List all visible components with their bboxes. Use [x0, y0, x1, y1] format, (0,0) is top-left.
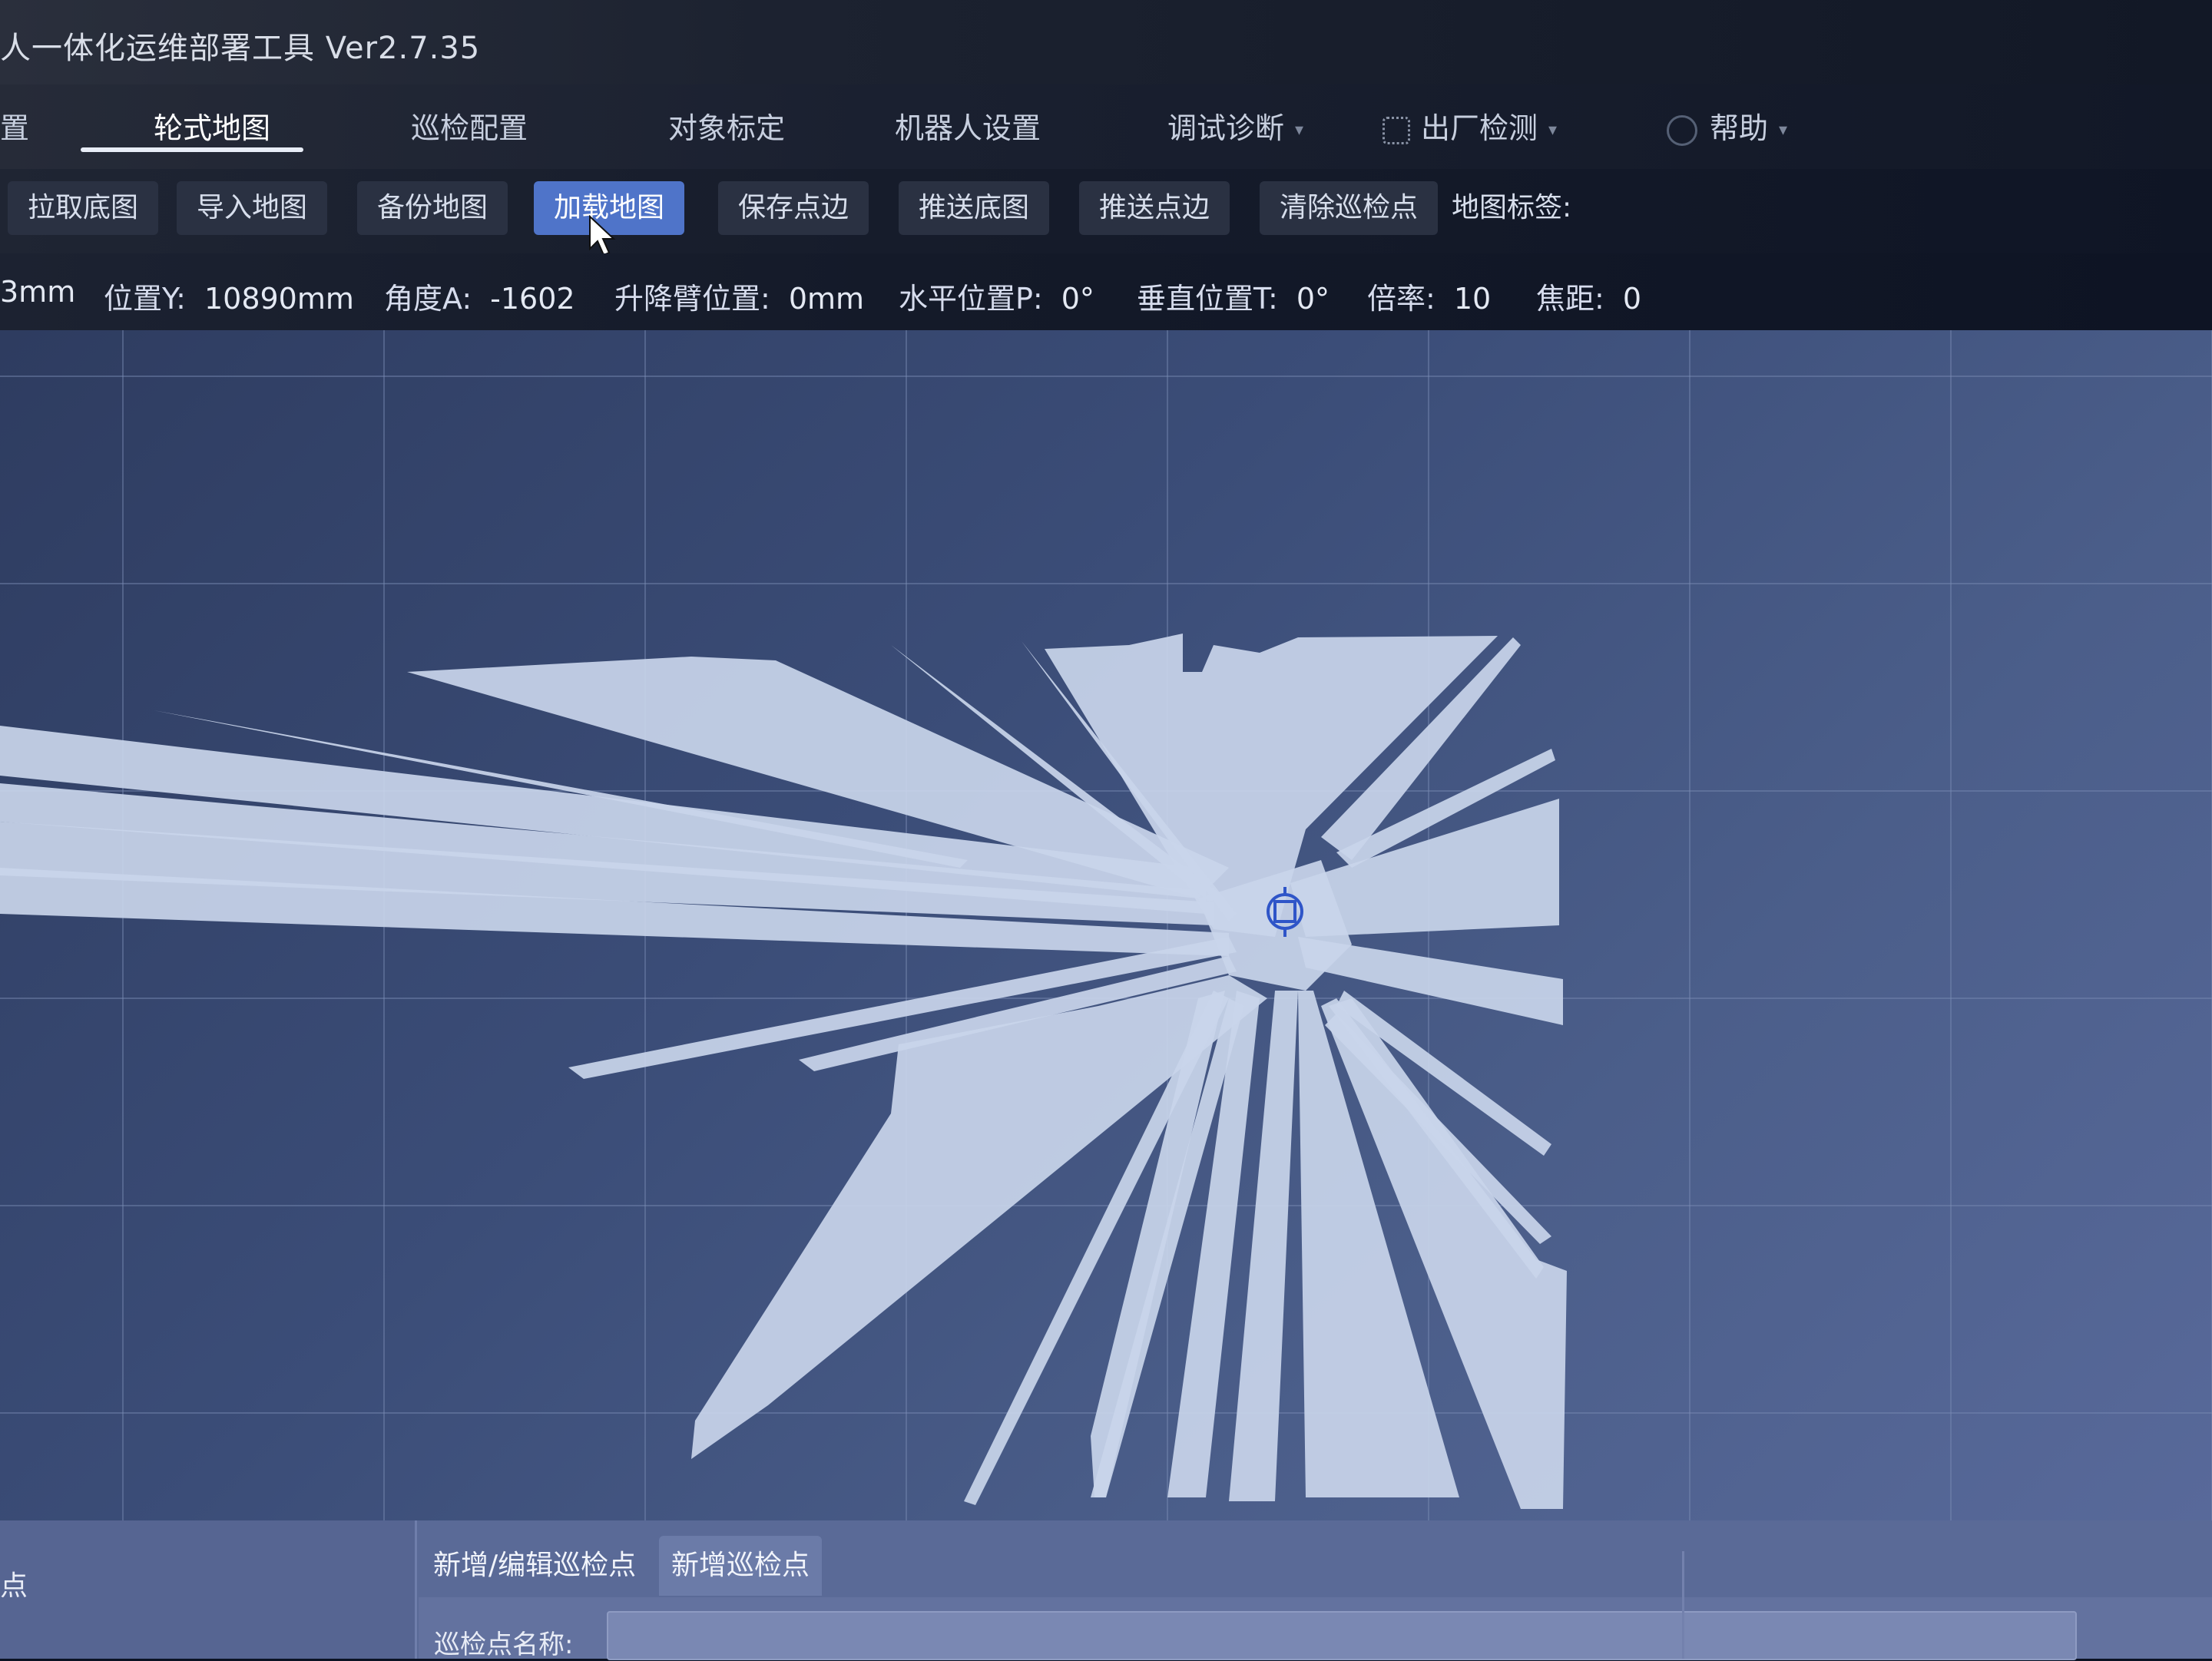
map-toolbar: 拉取底图 导入地图 备份地图 加载地图 保存点边 推送底图 推送点边 清除巡检点… — [0, 169, 2212, 253]
angle-readout: 角度A: -1602 — [384, 282, 575, 316]
bottom-panel: 点 新增/编辑巡检点 新增巡检点 巡检点名称: — [0, 1520, 2212, 1660]
nav-menu-factory-test[interactable]: 出厂检测 ▾ — [1382, 104, 1557, 147]
nav-tab-patrol-config[interactable]: 巡检配置 — [411, 104, 528, 147]
chip-icon — [1382, 116, 1410, 144]
chevron-down-icon: ▾ — [1295, 121, 1304, 140]
nav-menu-debug-diagnosis[interactable]: 调试诊断 ▾ — [1167, 104, 1303, 147]
clear-patrol-points-button[interactable]: 清除巡检点 — [1260, 181, 1439, 235]
patrol-point-name-label: 巡检点名称: — [434, 1630, 574, 1660]
help-label: 帮助 — [1710, 111, 1769, 145]
tab-add-edit-patrol-point[interactable]: 新增/编辑巡检点 — [421, 1536, 648, 1596]
chevron-down-icon: ▾ — [1779, 121, 1788, 140]
nav-item-settings-partial[interactable]: 置 — [0, 104, 29, 147]
help-icon — [1667, 114, 1697, 146]
chevron-down-icon: ▾ — [1548, 121, 1558, 140]
main-nav: 置 轮式地图 巡检配置 对象标定 机器人设置 调试诊断 ▾ 出厂检测 ▾ 帮助 ▾ — [0, 84, 2212, 169]
app-title: 人一体化运维部署工具 Ver2.7.35 — [0, 31, 481, 66]
pan-readout: 水平位置P: 0° — [899, 282, 1094, 316]
position-x-readout: 3mm — [0, 275, 76, 309]
focus-readout: 焦距: 0 — [1536, 282, 1641, 316]
zoom-readout: 倍率: 10 — [1367, 282, 1492, 316]
nav-tab-wheel-map[interactable]: 轮式地图 — [154, 104, 270, 147]
map-tag-label: 地图标签: — [1452, 192, 1572, 223]
push-points-edges-button[interactable]: 推送点边 — [1079, 181, 1230, 235]
left-pane-label: 点 — [0, 1570, 28, 1602]
save-points-edges-button[interactable]: 保存点边 — [718, 181, 869, 235]
nav-tab-robot-settings[interactable]: 机器人设置 — [895, 104, 1041, 147]
map-grid — [0, 330, 2212, 1520]
lift-arm-readout: 升降臂位置: 0mm — [614, 282, 865, 316]
push-base-map-button[interactable]: 推送底图 — [899, 181, 1050, 235]
active-tab-indicator — [81, 147, 303, 152]
map-svg — [0, 330, 2212, 1520]
scanned-free-space — [0, 634, 1567, 1509]
nav-menu-help[interactable]: 帮助 ▾ — [1667, 104, 1787, 147]
map-canvas[interactable] — [0, 330, 2212, 1520]
tab-add-patrol-point[interactable]: 新增巡检点 — [659, 1536, 823, 1596]
backup-map-button[interactable]: 备份地图 — [357, 181, 508, 235]
right-side-pane — [1682, 1551, 2145, 1659]
patrol-point-list-pane: 点 — [0, 1520, 417, 1659]
import-map-button[interactable]: 导入地图 — [177, 181, 328, 235]
nav-tab-object-calibration[interactable]: 对象标定 — [668, 104, 785, 147]
title-bar: 人一体化运维部署工具 Ver2.7.35 — [0, 0, 2212, 84]
position-y-readout: 位置Y: 10890mm — [104, 282, 354, 316]
debug-diagnosis-label: 调试诊断 — [1167, 111, 1285, 145]
factory-test-label: 出厂检测 — [1421, 111, 1538, 145]
tilt-readout: 垂直位置T: 0° — [1137, 282, 1330, 316]
robot-status-bar: 3mm 位置Y: 10890mm 角度A: -1602 升降臂位置: 0mm 水平位置… — [0, 253, 2212, 330]
pull-base-map-button[interactable]: 拉取底图 — [8, 181, 159, 235]
